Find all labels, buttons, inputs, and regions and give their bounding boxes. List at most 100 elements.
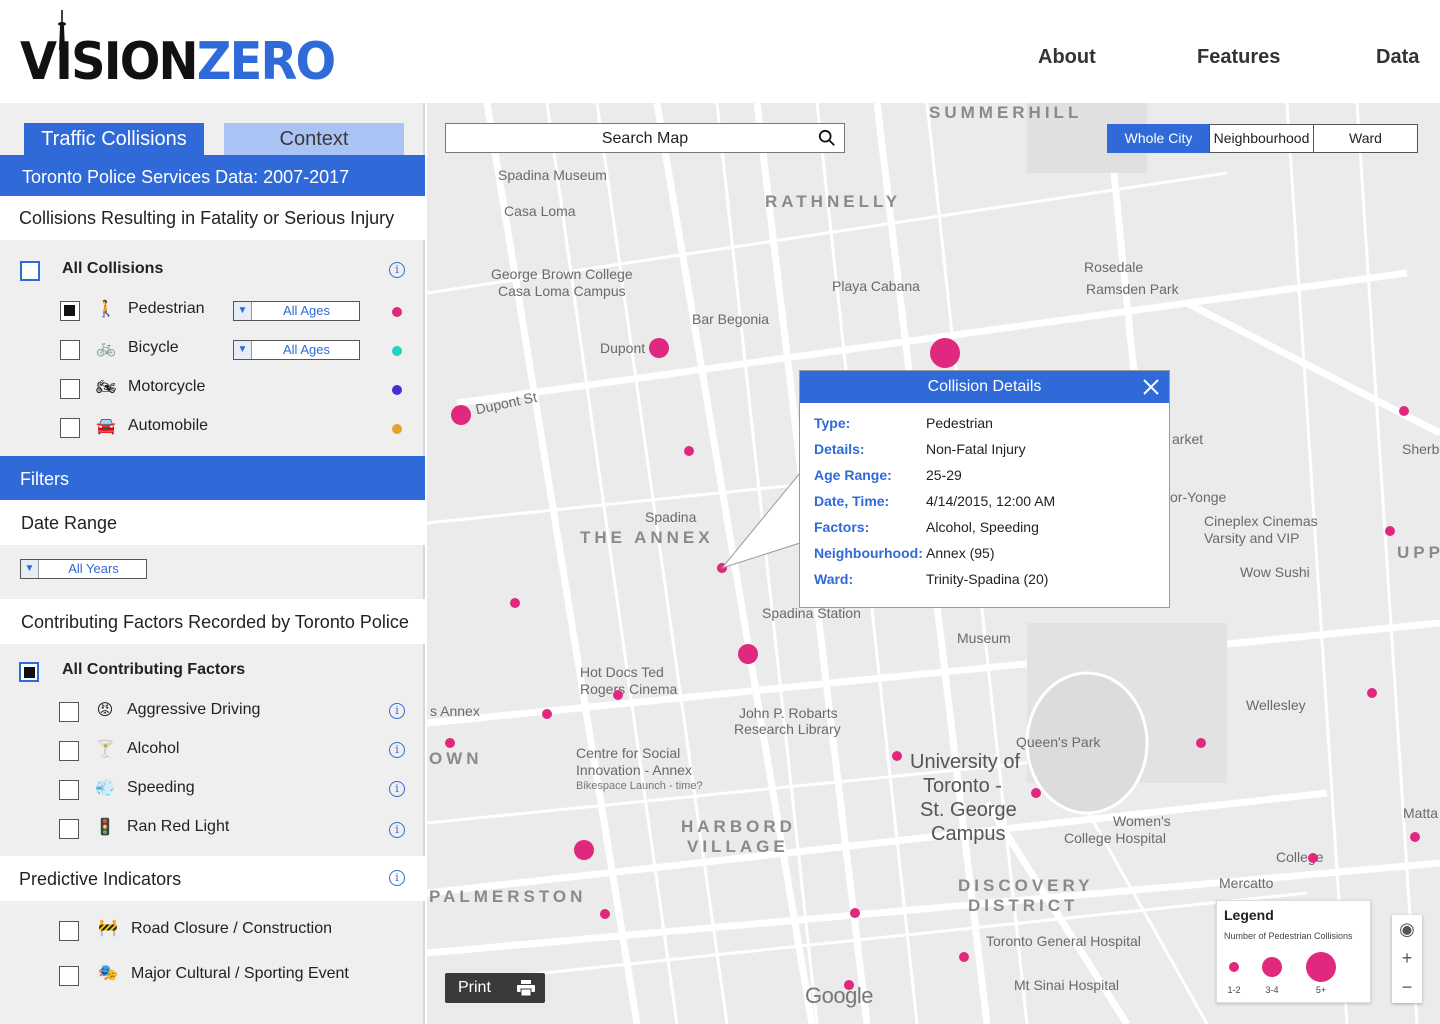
ran-red-light-checkbox[interactable] xyxy=(59,819,79,839)
poi-label: Playa Cabana xyxy=(832,278,920,294)
popup-key: Factors: xyxy=(814,519,870,535)
zoom-in-button[interactable]: + xyxy=(1392,944,1422,973)
poi-label: Dupont xyxy=(600,340,646,356)
collision-marker[interactable] xyxy=(1367,688,1377,698)
bicycle-checkbox[interactable] xyxy=(60,340,80,360)
nav-features[interactable]: Features xyxy=(1197,46,1280,69)
whole-city-button[interactable]: Whole City xyxy=(1107,124,1210,153)
info-icon[interactable]: i xyxy=(389,262,405,278)
construction-icon: 🚧 xyxy=(98,920,118,937)
collision-marker[interactable] xyxy=(1410,832,1420,842)
bicycle-icon: 🚲 xyxy=(96,340,116,357)
automobile-label: Automobile xyxy=(128,417,209,434)
factor-row: 💨 Speeding i xyxy=(0,774,425,804)
popup-value: Non-Fatal Injury xyxy=(926,441,1026,457)
collision-marker[interactable] xyxy=(451,405,471,425)
collision-marker[interactable] xyxy=(684,446,694,456)
printer-icon xyxy=(517,980,535,996)
collision-marker[interactable] xyxy=(850,908,860,918)
search-icon[interactable] xyxy=(818,129,836,147)
date-range-title: Date Range xyxy=(0,500,425,545)
poi-label: Varsity and VIP xyxy=(1204,530,1300,546)
collision-marker[interactable] xyxy=(649,338,669,358)
ward-button[interactable]: Ward xyxy=(1313,124,1418,153)
poi-label: arket xyxy=(1172,431,1204,447)
poi-label: Mt Sinai Hospital xyxy=(1014,977,1120,993)
popup-pointer xyxy=(720,473,803,569)
close-icon[interactable] xyxy=(1139,375,1163,399)
source-title: Toronto Police Services Data: 2007-2017 xyxy=(0,155,425,196)
collision-marker[interactable] xyxy=(542,709,552,719)
bicycle-age-select[interactable]: ▼ All Ages xyxy=(233,340,360,360)
sidebar: Traffic Collisions Context Toronto Polic… xyxy=(0,103,425,1024)
date-range-select[interactable]: ▼ All Years xyxy=(20,559,147,579)
info-icon[interactable]: i xyxy=(389,742,405,758)
collision-marker[interactable] xyxy=(613,690,623,700)
neighbourhood-button[interactable]: Neighbourhood xyxy=(1209,124,1314,153)
tab-traffic-collisions[interactable]: Traffic Collisions xyxy=(24,123,204,155)
collision-marker[interactable] xyxy=(959,952,969,962)
collision-marker[interactable] xyxy=(1031,788,1041,798)
motorcycle-label: Motorcycle xyxy=(128,378,206,395)
collision-marker[interactable] xyxy=(510,598,520,608)
predictive-row: 🚧 Road Closure / Construction xyxy=(0,915,425,945)
info-icon[interactable]: i xyxy=(389,822,405,838)
alcohol-checkbox[interactable] xyxy=(59,741,79,761)
factor-row: 😡 Aggressive Driving i xyxy=(0,696,425,726)
all-collisions-checkbox[interactable] xyxy=(20,261,40,281)
poi-label: Casa Loma xyxy=(504,203,576,219)
factor-row: 🍸 Alcohol i xyxy=(0,735,425,765)
nav-data[interactable]: Data xyxy=(1376,46,1419,69)
collision-marker[interactable] xyxy=(1399,406,1409,416)
all-collisions-label: All Collisions xyxy=(62,260,164,277)
all-factors-checkbox[interactable] xyxy=(19,662,39,682)
major-event-checkbox[interactable] xyxy=(59,966,79,986)
popup-value: Alcohol, Speeding xyxy=(926,519,1039,535)
popup-value: 4/14/2015, 12:00 AM xyxy=(926,493,1056,509)
legend-small-dot xyxy=(1229,962,1239,972)
speeding-checkbox[interactable] xyxy=(59,780,79,800)
collision-marker[interactable] xyxy=(600,909,610,919)
poi-label: Bikespace Launch - time? xyxy=(576,780,703,792)
collision-marker[interactable] xyxy=(892,751,902,761)
info-icon[interactable]: i xyxy=(389,870,405,886)
collision-marker[interactable] xyxy=(1308,853,1318,863)
my-location-icon[interactable]: ◉ xyxy=(1392,915,1422,944)
map-canvas[interactable]: SUMMERHILL RATHNELLY THE ANNEX HARBORD V… xyxy=(427,103,1440,1024)
map-legend: Legend Number of Pedestrian Collisions 1… xyxy=(1216,900,1371,1003)
print-button[interactable]: Print xyxy=(445,973,545,1003)
poi-label: Centre for Social xyxy=(576,745,681,761)
popup-key: Date, Time: xyxy=(814,493,890,509)
poi-label: Cineplex Cinemas xyxy=(1204,513,1318,529)
vision-zero-logo[interactable]: VISIONZERO xyxy=(20,10,336,90)
collision-details-popup: Collision Details Type: Pedestrian Detai… xyxy=(799,370,1170,608)
search-map-input[interactable]: Search Map xyxy=(445,123,845,153)
legend-label: 5+ xyxy=(1315,985,1327,995)
collision-marker[interactable] xyxy=(930,338,960,368)
area-label: RATHNELLY xyxy=(765,192,902,211)
collision-marker[interactable] xyxy=(1196,738,1206,748)
angry-face-icon: 😡 xyxy=(96,702,114,719)
bicycle-label: Bicycle xyxy=(128,339,179,356)
bicycle-color-dot xyxy=(392,346,402,356)
automobile-checkbox[interactable] xyxy=(60,418,80,438)
area-label: UPP xyxy=(1397,543,1440,562)
road-closure-checkbox[interactable] xyxy=(59,921,79,941)
poi-label: Casa Loma Campus xyxy=(498,283,626,299)
poi-label: Wow Sushi xyxy=(1240,564,1310,580)
tab-context[interactable]: Context xyxy=(224,123,404,155)
info-icon[interactable]: i xyxy=(389,703,405,719)
poi-label: Matta xyxy=(1403,805,1439,821)
collision-marker[interactable] xyxy=(445,738,455,748)
aggressive-driving-label: Aggressive Driving xyxy=(127,701,261,718)
zoom-out-button[interactable]: − xyxy=(1392,973,1422,1002)
pedestrian-age-select[interactable]: ▼ All Ages xyxy=(233,301,360,321)
info-icon[interactable]: i xyxy=(389,781,405,797)
nav-about[interactable]: About xyxy=(1038,46,1096,69)
all-factors-row: All Contributing Factors xyxy=(0,656,425,686)
motorcycle-checkbox[interactable] xyxy=(60,379,80,399)
aggressive-driving-checkbox[interactable] xyxy=(59,702,79,722)
collision-marker[interactable] xyxy=(574,840,594,860)
pedestrian-checkbox[interactable] xyxy=(60,301,80,321)
collision-marker[interactable] xyxy=(1385,526,1395,536)
